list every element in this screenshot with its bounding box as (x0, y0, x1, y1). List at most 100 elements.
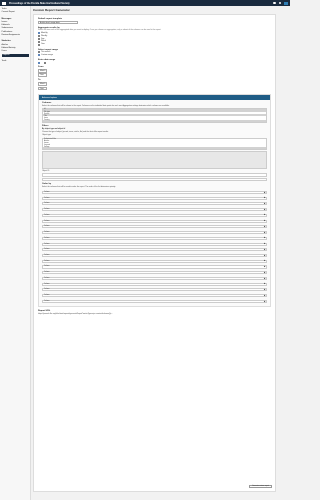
order-by-value: Column (44, 191, 50, 193)
to-month-select[interactable]: Month (38, 82, 47, 86)
columns-listbox[interactable]: Id File type Section Title Issue Country (42, 108, 267, 123)
order-by-value: Column (44, 295, 50, 297)
order-by-value: Column (44, 226, 50, 228)
chevron-down-icon (263, 254, 266, 257)
chevron-down-icon (263, 283, 266, 285)
order-by-select[interactable]: Column (42, 259, 267, 263)
radio-button[interactable] (38, 37, 40, 40)
date-range-toggle (38, 61, 271, 64)
order-by-value: Column (44, 203, 50, 205)
filters-help: Choose the type of object (journal, issu… (42, 131, 109, 134)
order-by-value: Column (44, 277, 50, 279)
listbox-option[interactable]: Country (43, 119, 266, 122)
app-title: Proceedings of the Florida State Horticu… (9, 1, 70, 5)
order-by-select[interactable]: Column (42, 236, 267, 240)
order-by-select[interactable]: Column (42, 242, 267, 246)
radio-button[interactable] (38, 43, 40, 46)
chevron-down-icon (263, 242, 266, 245)
order-by-value: Column (44, 220, 50, 222)
template-select[interactable]: Article-level usage data (38, 20, 78, 25)
chevron-down-icon (263, 277, 266, 279)
order-by-select[interactable]: Column (42, 253, 267, 258)
logo (284, 1, 288, 5)
order-by-select[interactable]: Column (42, 248, 267, 252)
order-by-value: Column (44, 300, 50, 302)
sidebar-item-current-report[interactable]: Current Report (2, 11, 29, 14)
range-option[interactable]: Custom range (38, 54, 271, 57)
sidebar: Tasks Current Report Messages Issues Edi… (0, 6, 31, 500)
chevron-down-icon (263, 191, 266, 193)
sidebar-item[interactable]: Review Assignments (2, 34, 29, 37)
aggregate-option[interactable]: Year (38, 43, 271, 46)
order-by-select[interactable]: Column (42, 282, 267, 286)
radio-button[interactable] (44, 61, 46, 64)
order-by-select[interactable]: Column (42, 190, 267, 194)
order-by-select[interactable]: Column (42, 299, 267, 303)
order-by-value: Column (44, 197, 50, 199)
chevron-down-icon (263, 237, 266, 239)
order-by-value: Column (44, 209, 50, 211)
object-id-input[interactable] (42, 177, 267, 181)
menu-icon[interactable] (2, 1, 6, 5)
order-by-select[interactable]: Column (42, 202, 267, 206)
sidebar-item-reports[interactable]: Reports (1, 53, 29, 57)
user-icon[interactable] (278, 1, 281, 5)
report-url-label: Report URL (38, 309, 51, 312)
order-by-select[interactable]: Column (42, 196, 267, 200)
filters-label: Filters (42, 125, 49, 128)
tasks-icon[interactable] (273, 1, 276, 5)
order-by-value: Column (44, 232, 50, 234)
order-by-value: Column (44, 214, 50, 216)
order-by-value: Column (44, 266, 50, 268)
report-url[interactable]: https://journals.flvc.org/fshs/stats/rep… (38, 313, 271, 315)
from-year-select[interactable]: Year (38, 73, 47, 77)
order-by-select[interactable]: Column (42, 276, 267, 280)
order-by-select[interactable]: Column (42, 208, 267, 212)
order-by-select[interactable]: Column (42, 265, 267, 269)
chevron-down-icon (263, 271, 266, 274)
order-by-select[interactable]: Column (42, 231, 267, 235)
order-by-select[interactable]: Column (42, 225, 267, 229)
chevron-down-icon (263, 219, 266, 222)
order-by-value: Column (44, 272, 50, 274)
object-id-label: Object ID (42, 170, 50, 173)
order-by-select[interactable]: Column (42, 213, 267, 217)
order-by-value: Column (44, 260, 50, 262)
main-content: Custom Report Generator Default report t… (33, 8, 276, 498)
chevron-down-icon (263, 208, 266, 211)
from-month-select[interactable]: Month (38, 68, 47, 73)
radio-button[interactable] (38, 40, 40, 43)
order-by-select[interactable]: Column (42, 271, 267, 275)
generate-report-button[interactable]: Generate custom report (249, 484, 272, 488)
radio-button[interactable] (38, 54, 40, 57)
order-by-value: Column (44, 289, 50, 291)
order-by-value: Column (44, 243, 50, 245)
chevron-down-icon (263, 202, 266, 205)
chevron-down-icon (263, 288, 266, 291)
to-year-select[interactable]: Year (38, 86, 47, 91)
order-help: Select the columns that will be used to … (42, 186, 116, 188)
order-by-select[interactable]: Column (42, 294, 267, 298)
sidebar-item-tools[interactable]: Tools (2, 60, 29, 63)
columns-help: Select the columns that will be shown in… (42, 104, 170, 107)
order-by-value: Column (44, 237, 50, 239)
object-type-listbox[interactable]: Submission Files Articles Issues Journal… (42, 137, 267, 151)
chevron-down-icon (263, 248, 266, 251)
chevron-down-icon (263, 214, 266, 216)
listbox-option[interactable]: Galleys (43, 147, 266, 150)
object-id-input[interactable] (42, 173, 267, 177)
chevron-down-icon (263, 265, 266, 268)
radio-button[interactable] (38, 61, 40, 64)
report-form: Default report template Article-level us… (33, 14, 276, 492)
order-by-value: Column (44, 249, 50, 251)
filter-selection-area (42, 151, 267, 170)
order-by-select[interactable]: Column (42, 288, 267, 292)
chevron-down-icon (263, 231, 266, 234)
page-title: Custom Report Generator (33, 8, 70, 12)
order-by-select[interactable]: Column (42, 219, 267, 223)
chevron-down-icon (263, 300, 266, 302)
order-rows: Column Column Column Column Column Column Colu… (42, 190, 267, 303)
top-bar: Proceedings of the Florida State Horticu… (0, 0, 290, 6)
from-label: From (38, 66, 44, 69)
order-by-value: Column (44, 283, 50, 285)
